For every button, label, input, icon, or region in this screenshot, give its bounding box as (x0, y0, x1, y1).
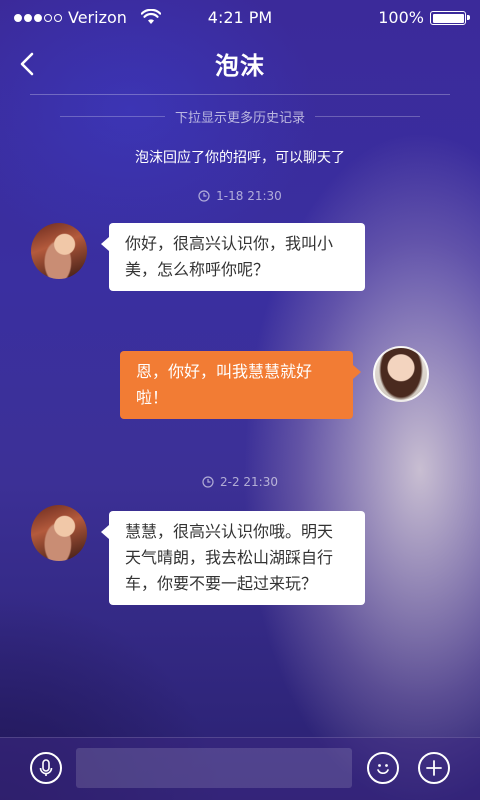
timestamp-text: 1-18 21:30 (216, 189, 282, 203)
message-input[interactable] (76, 748, 352, 788)
voice-button[interactable] (30, 752, 62, 784)
composer-bar (0, 737, 480, 800)
page-title: 泡沫 (215, 52, 265, 80)
history-hint-text: 下拉显示更多历史记录 (175, 110, 306, 126)
load-history-hint[interactable]: 下拉显示更多历史记录 (60, 106, 421, 126)
microphone-icon (39, 759, 53, 776)
contact-avatar[interactable] (31, 505, 87, 561)
status-bar: Verizon 4:21 PM 100% (0, 0, 480, 36)
message-line: 天气晴朗，我去松山湖踩自行 (125, 548, 334, 567)
battery-percent: 100% (378, 8, 424, 27)
battery-area: 100% (378, 0, 470, 36)
system-message: 泡沫回应了你的招呼，可以聊天了 (135, 150, 345, 166)
message-line: 恩，你好，叫我慧慧就好啦！ (136, 362, 313, 407)
message-line: 你好，很高兴认识你，我叫小 (125, 234, 334, 253)
add-attachment-button[interactable] (418, 752, 450, 784)
message-line: 车，你要不要一起过来玩？ (125, 574, 318, 593)
outgoing-message-bubble[interactable]: 恩，你好，叫我慧慧就好啦！ (120, 351, 361, 419)
nav-bar: 泡沫 (0, 36, 480, 94)
battery-icon (430, 11, 470, 25)
emoji-button[interactable] (367, 752, 399, 784)
smiley-icon (377, 764, 389, 774)
message-timestamp: 1-18 21:30 (0, 189, 480, 203)
contact-avatar[interactable] (31, 223, 87, 279)
my-avatar[interactable] (373, 346, 429, 402)
divider (315, 115, 421, 117)
timestamp-text: 2-2 21:30 (220, 475, 278, 489)
message-line: 慧慧，很高兴认识你哦。明天 (125, 522, 334, 541)
clock-icon (202, 476, 214, 488)
divider (60, 115, 165, 117)
message-line: 美，怎么称呼你呢？ (125, 260, 270, 279)
plus-icon (426, 760, 442, 776)
incoming-message-bubble[interactable]: 慧慧，很高兴认识你哦。明天 天气晴朗，我去松山湖踩自行 车，你要不要一起过来玩？ (101, 511, 365, 605)
nav-divider (30, 94, 450, 95)
incoming-message-bubble[interactable]: 你好，很高兴认识你，我叫小 美，怎么称呼你呢？ (101, 223, 365, 291)
clock-icon (198, 190, 210, 202)
message-timestamp: 2-2 21:30 (0, 475, 480, 489)
